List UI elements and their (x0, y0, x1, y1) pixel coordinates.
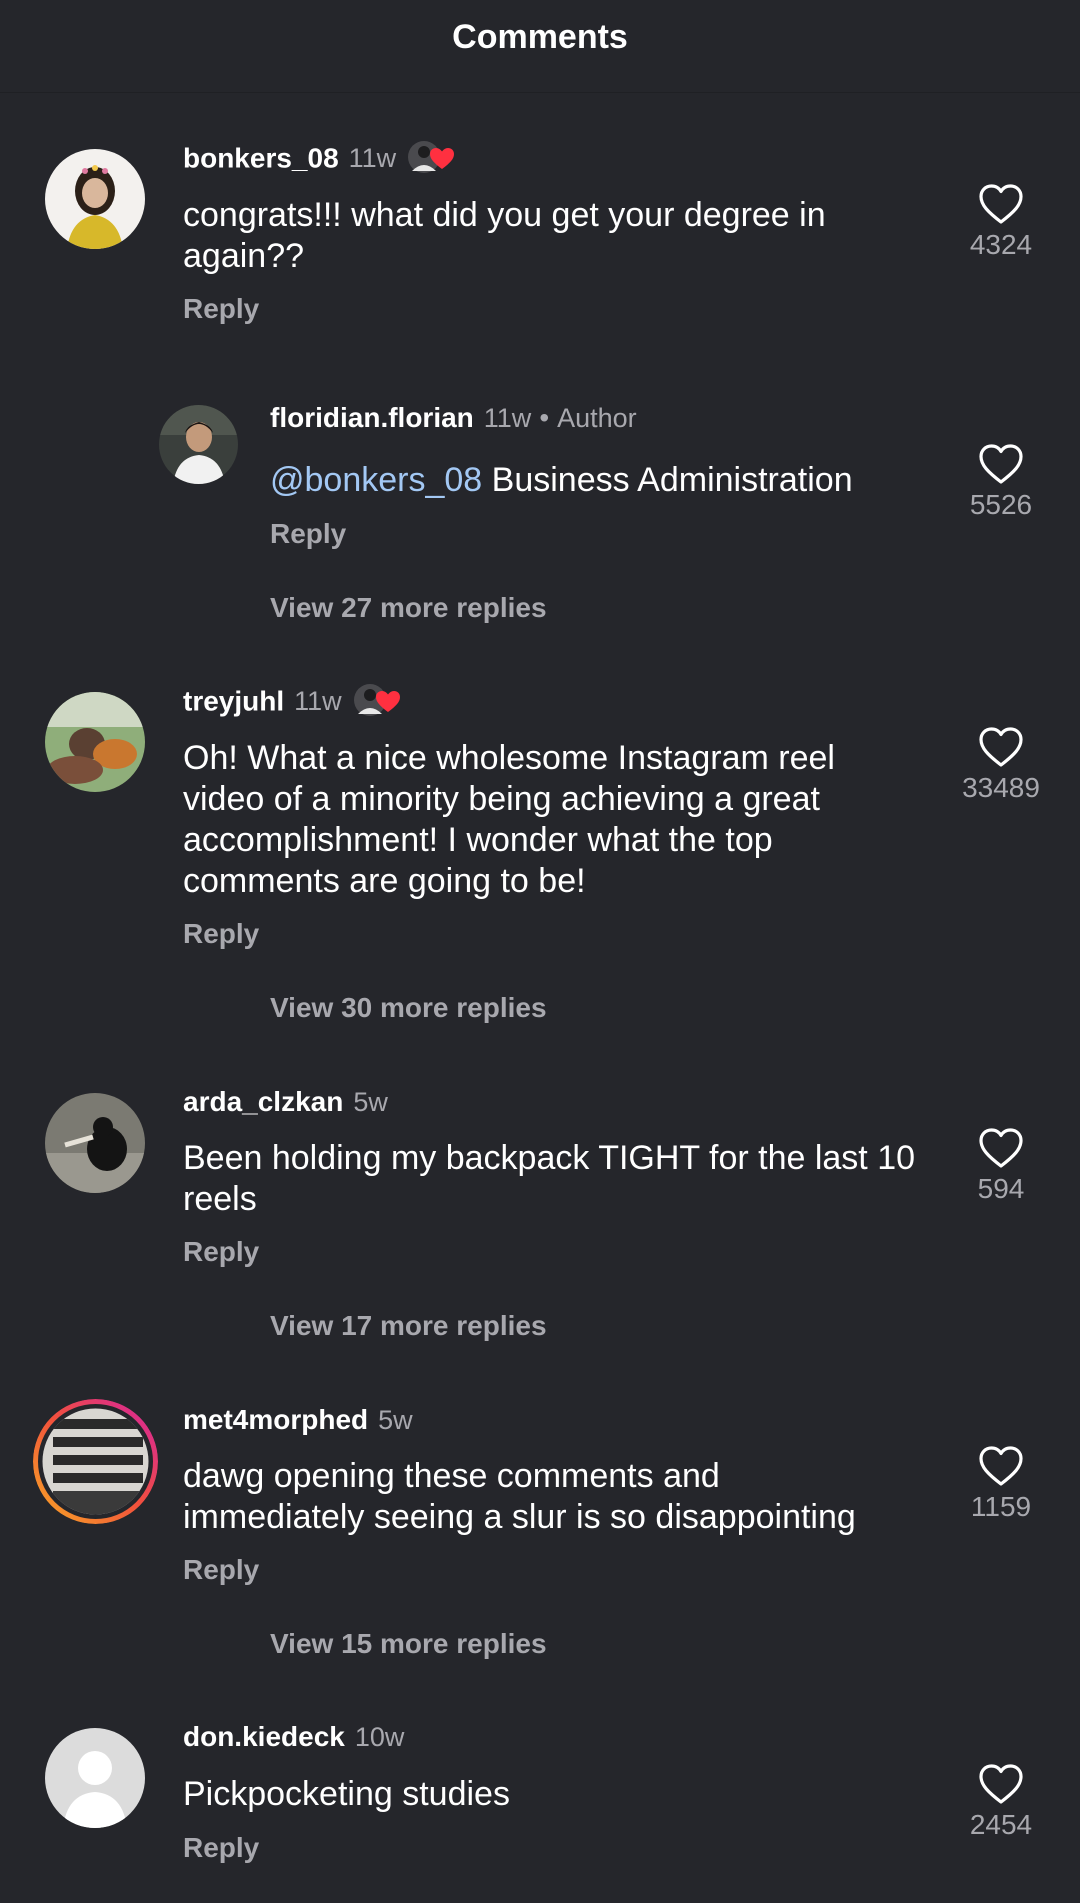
comment-meta: treyjuhl 11w (183, 682, 400, 721)
like-button[interactable]: 2454 (956, 1763, 1046, 1841)
comment-text: Been holding my backpack TIGHT for the l… (183, 1139, 916, 1218)
comment-time: 11w (294, 686, 342, 717)
mention-link[interactable]: @bonkers_08 (270, 461, 482, 499)
username[interactable]: treyjuhl (183, 685, 284, 716)
reply-button[interactable]: Reply (183, 918, 259, 950)
author-liked-heart-icon (352, 682, 400, 718)
comment-body: Business Administration (482, 461, 853, 499)
avatar-with-story-ring[interactable] (33, 1399, 158, 1524)
avatar[interactable] (45, 149, 145, 249)
author-tag: Author (557, 403, 637, 433)
avatar[interactable] (45, 692, 145, 792)
like-button[interactable]: 594 (956, 1127, 1046, 1205)
like-button[interactable]: 33489 (956, 726, 1046, 804)
heart-outline-icon (979, 1764, 1023, 1804)
page-title: Comments (452, 18, 628, 56)
heart-outline-icon (979, 444, 1023, 484)
author-liked-heart-icon (406, 139, 455, 175)
username[interactable]: met4morphed (183, 1404, 368, 1435)
like-count: 33489 (962, 772, 1040, 803)
comment-time: 5w (353, 1087, 388, 1117)
comment-meta: met4morphed 5w (183, 1404, 413, 1436)
separator-dot: • (539, 402, 550, 433)
comment-text: congrats!!! what did you get your degree… (183, 196, 826, 275)
reply-button[interactable]: Reply (183, 1832, 259, 1864)
comment-time: 5w (378, 1405, 413, 1435)
comments-header: Comments (0, 0, 1080, 93)
like-count: 2454 (969, 1809, 1033, 1840)
view-more-replies-button[interactable]: View 30 more replies (270, 992, 547, 1024)
comment-time: 11w (483, 403, 532, 433)
comment-time: 11w (348, 143, 397, 174)
comment-text: @bonkers_08 Business Administration (270, 460, 950, 501)
username[interactable]: floridian.florian (270, 402, 474, 433)
like-count: 1159 (970, 1491, 1032, 1522)
like-button[interactable]: 5526 (956, 443, 1046, 521)
view-more-replies-button[interactable]: View 17 more replies (270, 1310, 547, 1342)
heart-outline-icon (979, 727, 1023, 767)
comment-meta: bonkers_08 11w (183, 139, 455, 178)
comment-text: Pickpocketing studies (183, 1775, 510, 1813)
like-button[interactable]: 4324 (956, 183, 1046, 261)
comment-text: Oh! What a nice wholesome Instagram reel… (183, 739, 835, 900)
heart-outline-icon (979, 184, 1023, 224)
comment-time: 10w (354, 1722, 405, 1752)
username[interactable]: bonkers_08 (183, 142, 339, 173)
comment-meta: arda_clzkan 5w (183, 1086, 388, 1118)
username[interactable]: arda_clzkan (183, 1086, 343, 1117)
reply-button[interactable]: Reply (270, 518, 346, 550)
like-count: 5526 (969, 489, 1033, 520)
view-more-replies-button[interactable]: View 27 more replies (270, 592, 547, 624)
view-more-replies-button[interactable]: View 15 more replies (270, 1628, 547, 1660)
heart-outline-icon (979, 1128, 1023, 1168)
like-button[interactable]: 1159 (956, 1445, 1046, 1523)
avatar[interactable] (159, 405, 238, 484)
reply-button[interactable]: Reply (183, 293, 259, 325)
like-count: 594 (977, 1173, 1025, 1204)
comment-text: dawg opening these comments and immediat… (183, 1457, 856, 1536)
username[interactable]: don.kiedeck (183, 1721, 345, 1752)
reply-button[interactable]: Reply (183, 1554, 259, 1586)
comment-meta: don.kiedeck 10w (183, 1721, 404, 1753)
avatar[interactable] (45, 1093, 145, 1193)
like-count: 4324 (969, 229, 1033, 260)
heart-outline-icon (979, 1446, 1023, 1486)
default-avatar-icon[interactable] (45, 1728, 145, 1828)
reply-button[interactable]: Reply (183, 1236, 259, 1268)
comment-meta: floridian.florian 11w • Author (270, 402, 637, 434)
